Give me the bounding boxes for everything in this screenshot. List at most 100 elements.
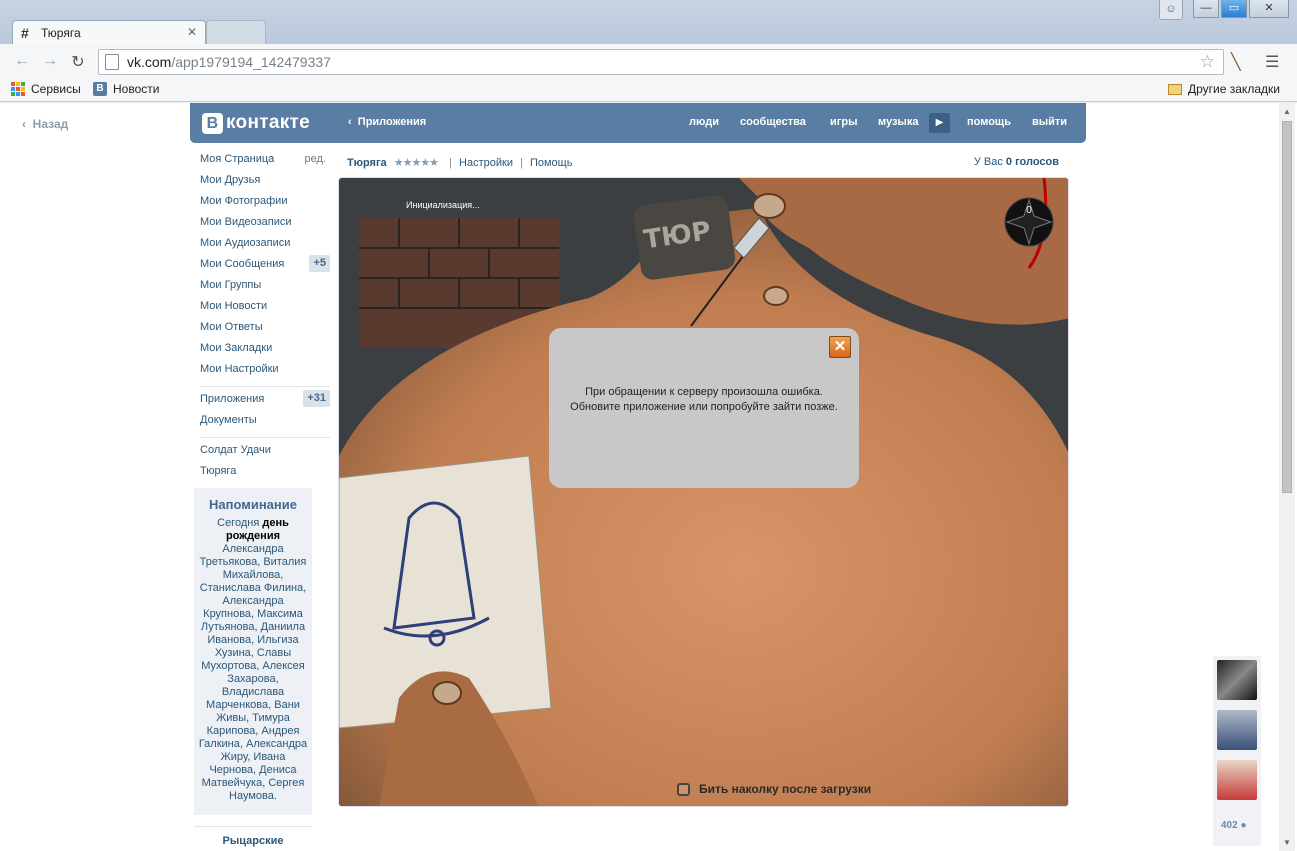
game-frame[interactable]: ТЮР Инициализация... 0 ✕ При обращении к… bbox=[338, 177, 1069, 807]
menu-item-messages[interactable]: Мои Сообщения +5 bbox=[200, 255, 330, 279]
nav-games[interactable]: игры bbox=[830, 116, 857, 128]
minimize-button[interactable]: — bbox=[1193, 0, 1219, 18]
app-settings-link[interactable]: Настройки bbox=[459, 157, 513, 169]
menu-item-friends[interactable]: Мои Друзья bbox=[200, 174, 330, 195]
apps-grid-icon bbox=[11, 82, 25, 96]
tab-active[interactable]: # Тюряга ✕ bbox=[12, 20, 206, 44]
autopin-option[interactable]: Бить наколку после загрузки bbox=[677, 782, 871, 796]
menu-label: Мои Группы bbox=[200, 279, 262, 291]
friend-avatar[interactable] bbox=[1217, 660, 1257, 700]
menu-item-videos[interactable]: Мои Видеозаписи bbox=[200, 216, 330, 237]
user-profile-icon[interactable]: ☺ bbox=[1159, 0, 1183, 20]
edit-link[interactable]: ред. bbox=[305, 153, 326, 166]
vk-page: ‹ Назад В контакте ‹ Приложения люди соо… bbox=[0, 103, 1297, 851]
menu-label: Мои Ответы bbox=[200, 321, 263, 333]
page-scrollbar[interactable]: ▲ ▼ bbox=[1279, 103, 1295, 851]
error-line-1: При обращении к серверу произошла ошибка… bbox=[585, 386, 823, 398]
menu-item-bookmarks[interactable]: Мои Закладки bbox=[200, 342, 330, 363]
bookmark-news[interactable]: B Новости bbox=[93, 82, 159, 96]
nav-music[interactable]: музыка bbox=[878, 116, 918, 128]
scroll-up-icon[interactable]: ▲ bbox=[1283, 107, 1291, 116]
chevron-left-icon: ‹ bbox=[22, 117, 26, 131]
nav-people[interactable]: люди bbox=[689, 116, 719, 128]
play-icon[interactable]: ▶ bbox=[929, 113, 950, 133]
reload-icon[interactable]: ↻ bbox=[68, 52, 88, 72]
menu-label: Документы bbox=[200, 414, 257, 426]
reminder-title: Напоминание bbox=[208, 497, 297, 512]
error-dialog: ✕ При обращении к серверу произошла ошиб… bbox=[549, 328, 859, 488]
menu-label: Мои Друзья bbox=[200, 174, 261, 186]
back-link[interactable]: ‹ Назад bbox=[22, 117, 68, 131]
menu-divider bbox=[200, 437, 330, 444]
neck-tattoo: ТЮР bbox=[633, 195, 736, 280]
menu-item-answers[interactable]: Мои Ответы bbox=[200, 321, 330, 342]
scroll-thumb[interactable] bbox=[1282, 121, 1292, 493]
autopin-checkbox[interactable] bbox=[677, 782, 690, 796]
online-count[interactable]: 402 ● bbox=[1221, 820, 1247, 831]
menu-item-photos[interactable]: Мои Фотографии bbox=[200, 195, 330, 216]
autopin-label: Бить наколку после загрузки bbox=[699, 782, 872, 796]
reminder-body: Сегодня день рождения Александра Третьяк… bbox=[197, 517, 309, 803]
address-bar[interactable]: vk.com/app1979194_142479337 ☆ bbox=[98, 49, 1224, 75]
menu-icon[interactable]: ☰ bbox=[1265, 52, 1279, 72]
url-path: /app1979194_142479337 bbox=[171, 54, 331, 70]
menu-label: Приложения bbox=[200, 393, 265, 405]
close-dialog-button[interactable]: ✕ bbox=[829, 336, 851, 358]
menu-item-soldier[interactable]: Солдат Удачи bbox=[200, 444, 330, 465]
tab-strip: # Тюряга ✕ ☺ — ▭ ✕ bbox=[0, 0, 1297, 44]
separator: | bbox=[520, 157, 523, 169]
maximize-button[interactable]: ▭ bbox=[1221, 0, 1247, 18]
app-header: Тюряга ★★★★★ | Настройки | Помощь У Вас … bbox=[347, 156, 1059, 169]
votes-info[interactable]: У Вас 0 голосов bbox=[974, 156, 1059, 168]
menu-item-groups[interactable]: Мои Группы bbox=[200, 279, 330, 300]
rating-stars: ★★★★★ bbox=[393, 157, 439, 169]
error-line-2: Обновите приложение или попробуйте зайти… bbox=[570, 401, 838, 413]
friend-avatar[interactable] bbox=[1217, 710, 1257, 750]
vk-logo-text: контакте bbox=[226, 112, 310, 133]
bookmark-star-icon[interactable]: ☆ bbox=[1200, 52, 1215, 72]
apps-count-badge: +31 bbox=[303, 390, 330, 407]
browser-chrome: # Тюряга ✕ ☺ — ▭ ✕ ← → ↻ vk.com/app19791… bbox=[0, 0, 1297, 105]
nav-help[interactable]: помощь bbox=[967, 116, 1011, 128]
menu-label: Моя Страница bbox=[200, 153, 275, 165]
menu-label: Мои Настройки bbox=[200, 363, 279, 375]
forward-arrow-icon[interactable]: → bbox=[40, 52, 60, 70]
menu-label: Солдат Удачи bbox=[200, 444, 271, 456]
left-menu: Моя Страница ред. Мои Друзья Мои Фотограф… bbox=[200, 153, 330, 486]
other-bookmarks[interactable]: Другие закладки bbox=[1168, 82, 1280, 96]
folder-icon bbox=[1168, 83, 1182, 95]
nav-logout[interactable]: выйти bbox=[1032, 116, 1067, 128]
menu-item-settings[interactable]: Мои Настройки bbox=[200, 363, 330, 384]
back-arrow-icon[interactable]: ← bbox=[12, 52, 32, 70]
friend-avatar[interactable] bbox=[1217, 760, 1257, 800]
menu-item-prison[interactable]: Тюряга bbox=[200, 465, 330, 486]
vk-header: В контакте ‹ Приложения люди сообщества … bbox=[190, 103, 1086, 143]
app-help-link[interactable]: Помощь bbox=[530, 157, 573, 169]
user-icon: ● bbox=[1240, 820, 1247, 831]
menu-item-my-page[interactable]: Моя Страница ред. bbox=[200, 153, 330, 174]
scroll-down-icon[interactable]: ▼ bbox=[1283, 838, 1291, 847]
bookmark-label: Сервисы bbox=[31, 82, 81, 96]
extension-icon[interactable]: ╲ bbox=[1231, 52, 1241, 72]
other-bookmarks-label: Другие закладки bbox=[1188, 82, 1280, 96]
nav-communities[interactable]: сообщества bbox=[740, 116, 806, 128]
reminder-names[interactable]: Александра Третьякова, Виталия Михайлова… bbox=[199, 543, 307, 802]
tab-title: Тюряга bbox=[41, 25, 81, 40]
menu-item-apps[interactable]: Приложения +31 bbox=[200, 390, 330, 414]
counter-value: 0 bbox=[1026, 205, 1032, 216]
tab-new[interactable] bbox=[206, 20, 266, 44]
close-window-button[interactable]: ✕ bbox=[1249, 0, 1289, 18]
bookmark-label: Новости bbox=[113, 82, 160, 96]
close-tab-icon[interactable]: ✕ bbox=[187, 25, 197, 39]
separator: | bbox=[449, 157, 452, 169]
bookmark-services[interactable]: Сервисы bbox=[11, 82, 81, 96]
menu-item-documents[interactable]: Документы bbox=[200, 414, 330, 435]
header-apps-link[interactable]: ‹ Приложения bbox=[348, 116, 426, 128]
url-host: vk.com bbox=[127, 54, 172, 70]
menu-item-news[interactable]: Мои Новости bbox=[200, 300, 330, 321]
app-name[interactable]: Тюряга bbox=[347, 157, 387, 169]
vk-logo[interactable]: В контакте bbox=[202, 112, 310, 134]
menu-label: Мои Фотографии bbox=[200, 195, 288, 207]
knights-block[interactable]: Рыцарские bbox=[194, 826, 312, 847]
menu-label: Мои Закладки bbox=[200, 342, 273, 354]
